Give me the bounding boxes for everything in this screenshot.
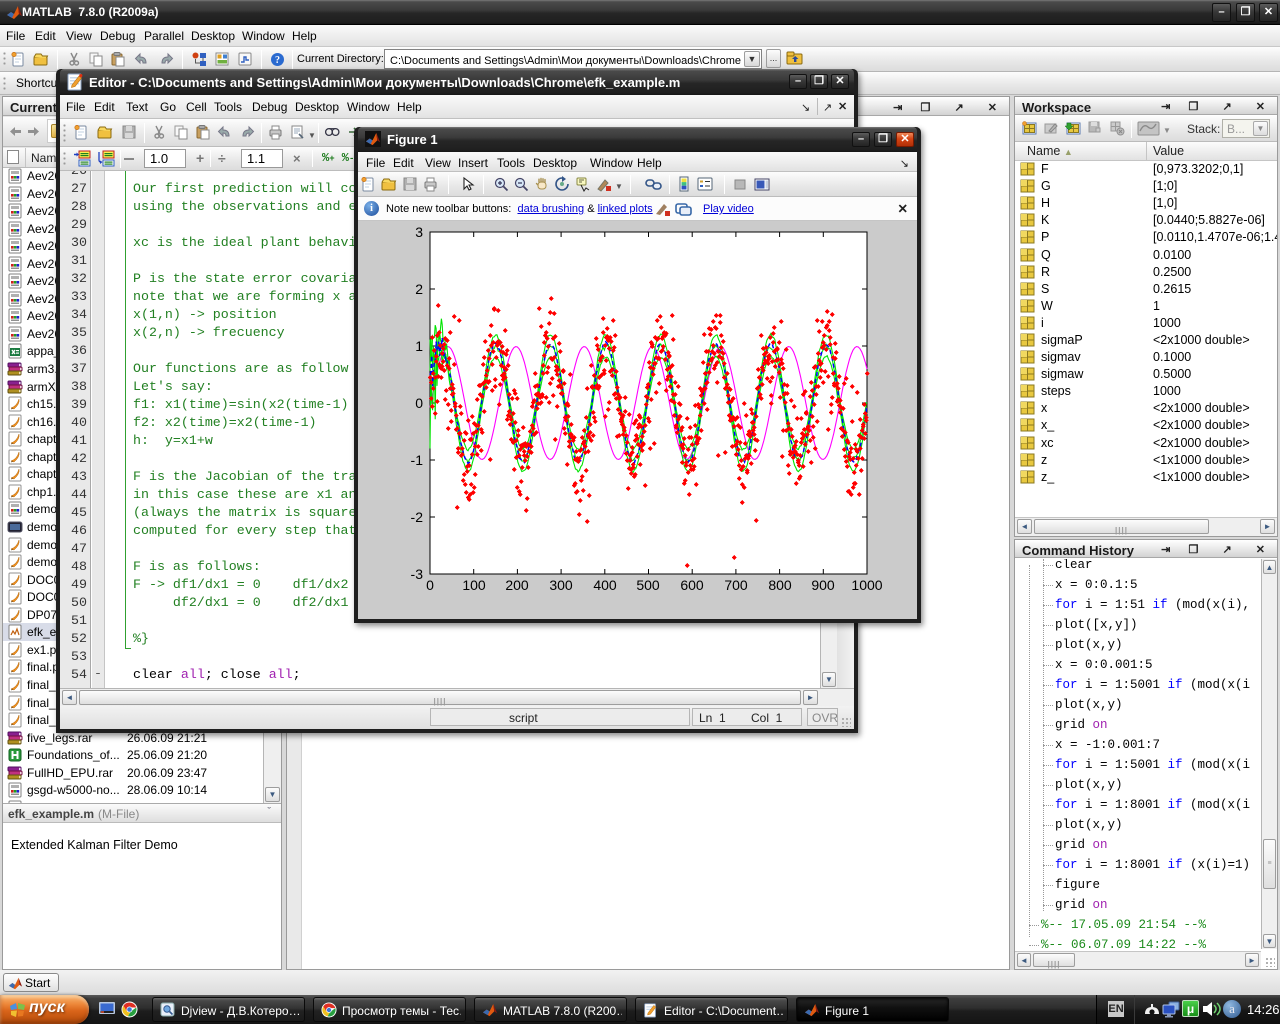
svg-text:200: 200 [505,577,529,593]
svg-text:-1: -1 [411,452,424,468]
svg-text:700: 700 [724,577,748,593]
svg-text:?: ? [275,55,280,66]
svg-text:1000: 1000 [851,577,882,593]
svg-text:-3: -3 [411,566,424,582]
svg-text:-2: -2 [411,509,424,525]
svg-text:100: 100 [462,577,486,593]
svg-text:400: 400 [593,577,617,593]
svg-text:600: 600 [680,577,704,593]
svg-text:2: 2 [415,281,423,297]
svg-text:0: 0 [426,577,434,593]
svg-text:3: 3 [415,224,423,240]
svg-text:300: 300 [549,577,573,593]
svg-text:1: 1 [415,338,423,354]
svg-text:900: 900 [811,577,835,593]
svg-text:500: 500 [636,577,660,593]
svg-text:0: 0 [415,395,423,411]
svg-text:800: 800 [768,577,792,593]
